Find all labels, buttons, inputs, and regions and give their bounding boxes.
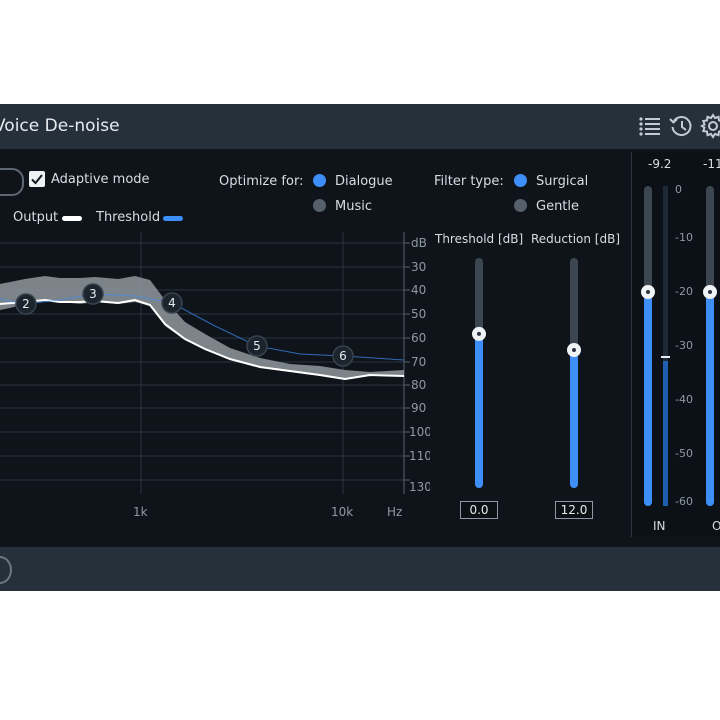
level-meters-panel: -9.2 -11. 0 -10 -20 -30 -40 xyxy=(631,152,720,537)
optimize-dialogue-radio[interactable] xyxy=(313,174,326,187)
output-peak-readout: -11. xyxy=(703,157,720,171)
title-bar: Voice De-noise xyxy=(0,104,720,149)
legend-threshold-swatch xyxy=(163,216,183,221)
meter-scale-50: -50 xyxy=(675,447,693,460)
db-tick-80: 80 xyxy=(411,378,426,392)
svg-text:4: 4 xyxy=(168,296,176,310)
db-tick-30: 30 xyxy=(411,260,426,274)
db-tick-130: 130 xyxy=(409,480,430,494)
filter-surgical-radio[interactable] xyxy=(514,174,527,187)
input-peak-readout: -9.2 xyxy=(648,157,672,171)
power-icon[interactable] xyxy=(0,556,12,584)
legend-threshold-label: Threshold xyxy=(96,210,161,225)
svg-text:2: 2 xyxy=(22,297,30,311)
meter-scale-0: 0 xyxy=(675,183,682,196)
meter-scale-20: -20 xyxy=(675,285,693,298)
filter-gentle-radio[interactable] xyxy=(514,199,527,212)
threshold-node-2[interactable]: 2 xyxy=(15,293,37,315)
optimize-for-label: Optimize for: xyxy=(219,174,304,189)
meter-scale-30: -30 xyxy=(675,339,693,352)
threshold-slider-label: Threshold [dB] xyxy=(435,232,524,246)
svg-text:5: 5 xyxy=(253,339,261,353)
meter-scale-10: -10 xyxy=(675,231,693,244)
noise-profile-graph[interactable]: 2 3 4 5 6 dB 30 40 50 60 70 80 90 100 11… xyxy=(0,232,430,522)
db-tick-50: 50 xyxy=(411,307,426,321)
input-gain-handle[interactable] xyxy=(641,285,655,299)
adaptive-mode-checkbox[interactable] xyxy=(29,171,45,187)
output-gain-handle[interactable] xyxy=(703,285,717,299)
svg-text:6: 6 xyxy=(339,349,347,363)
freq-tick-10k: 10k xyxy=(331,505,353,519)
legend-output-label: Output xyxy=(13,210,59,225)
checkmark-icon xyxy=(31,174,43,185)
threshold-slider-fill xyxy=(475,333,483,488)
freq-unit-label: Hz xyxy=(387,505,402,519)
db-tick-60: 60 xyxy=(411,331,426,345)
threshold-slider[interactable] xyxy=(466,256,492,492)
reduction-slider-label: Reduction [dB] xyxy=(531,232,621,246)
optimize-music-label: Music xyxy=(335,199,372,214)
db-tick-70: 70 xyxy=(411,355,426,369)
footer-bar xyxy=(0,547,720,591)
reduction-slider-fill xyxy=(570,350,578,488)
level-meters-graphic: 0 -10 -20 -30 -40 -50 -60 xyxy=(641,183,717,506)
threshold-value-field[interactable]: 0.0 xyxy=(460,501,498,519)
adaptive-mode-label: Adaptive mode xyxy=(51,172,150,187)
db-tick-110: 110 xyxy=(409,449,430,463)
output-meter-fill xyxy=(706,292,714,506)
meter-scale-60: -60 xyxy=(675,495,693,506)
filter-surgical-label: Surgical xyxy=(536,174,589,189)
reduction-slider[interactable] xyxy=(561,256,587,492)
input-gain-marker xyxy=(661,356,670,358)
input-meter-fill xyxy=(644,292,652,506)
db-tick-40: 40 xyxy=(411,283,426,297)
settings-gear-icon[interactable] xyxy=(700,113,720,139)
db-tick-100: 100 xyxy=(409,425,430,439)
output-meter-label: O xyxy=(712,519,720,533)
plugin-title: Voice De-noise xyxy=(0,116,120,136)
mode-toggle-button[interactable] xyxy=(0,168,24,196)
legend-output-swatch xyxy=(62,216,82,221)
filter-type-label: Filter type: xyxy=(434,174,504,189)
history-icon[interactable] xyxy=(668,113,694,139)
threshold-node-4[interactable]: 4 xyxy=(161,292,183,314)
voice-denoise-plugin: Voice De-noise Adaptive mode Optimize fo… xyxy=(0,104,720,591)
freq-tick-1k: 1k xyxy=(133,505,148,519)
threshold-node-3[interactable]: 3 xyxy=(82,283,104,305)
input-meter-label: IN xyxy=(653,519,666,533)
filter-gentle-label: Gentle xyxy=(536,199,580,214)
input-gain-bar-fill xyxy=(663,361,668,506)
threshold-slider-handle[interactable] xyxy=(472,326,486,341)
svg-text:3: 3 xyxy=(89,287,97,301)
list-icon[interactable] xyxy=(637,113,663,139)
db-tick-90: 90 xyxy=(411,401,426,415)
reduction-value-field[interactable]: 12.0 xyxy=(555,501,593,519)
meter-scale-40: -40 xyxy=(675,393,693,406)
optimize-dialogue-label: Dialogue xyxy=(335,174,393,189)
threshold-node-6[interactable]: 6 xyxy=(332,345,354,367)
reduction-slider-handle[interactable] xyxy=(567,343,581,357)
threshold-node-5[interactable]: 5 xyxy=(246,335,268,357)
optimize-music-radio[interactable] xyxy=(313,199,326,212)
db-unit-label: dB xyxy=(411,236,427,250)
